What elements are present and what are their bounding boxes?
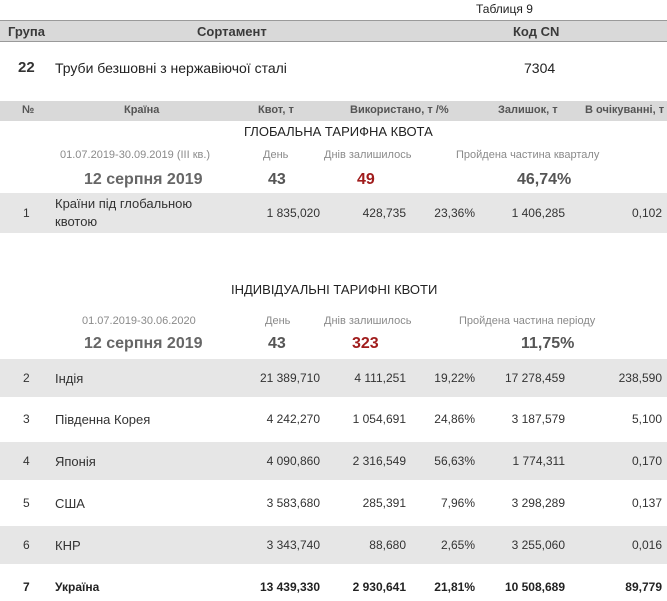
row-used: 88,680 <box>369 538 406 552</box>
header-bar <box>0 20 667 42</box>
row-remaining: 17 278,459 <box>504 371 565 385</box>
row-quota: 4 242,270 <box>266 412 320 426</box>
global-day: 43 <box>268 171 286 188</box>
global-days-left: 49 <box>357 171 375 188</box>
row-remaining: 1 774,311 <box>512 454 566 468</box>
row-expected: 5,100 <box>631 412 662 426</box>
row-quota: 3 583,680 <box>266 496 320 510</box>
row-used: 2 316,549 <box>352 454 406 468</box>
row-num: 3 <box>23 412 30 426</box>
row-country: Японія <box>55 454 96 469</box>
individual-day-label: День <box>265 315 291 327</box>
row-expected: 89,779 <box>625 580 662 594</box>
row-expected: 0,170 <box>631 454 662 468</box>
header-assortment: Сортамент <box>197 24 267 39</box>
row-quota: 4 090,860 <box>266 454 320 468</box>
global-date: 12 серпня 2019 <box>84 171 203 188</box>
row-country: Країни під глобальною <box>55 196 193 211</box>
row-country: Південна Корея <box>55 412 151 427</box>
global-period: 01.07.2019-30.09.2019 (ІІІ кв.) <box>60 149 211 161</box>
row-expected: 0,137 <box>631 496 662 510</box>
product-code: 7304 <box>524 60 556 76</box>
individual-days-left-label: Днів залишилось <box>324 315 412 327</box>
row-country: Україна <box>55 580 100 594</box>
individual-progress: 11,75% <box>521 335 575 352</box>
row-num: 6 <box>23 538 30 552</box>
row-num: 7 <box>23 580 30 594</box>
row-used: 428,735 <box>362 206 406 220</box>
product-name: Труби безшовні з нержавіючої сталі <box>55 60 287 76</box>
row-country: КНР <box>55 538 81 553</box>
row-country: Індія <box>55 371 84 386</box>
global-progress-label: Пройдена частина кварталу <box>456 149 600 161</box>
row-country-line2: квотою <box>55 214 98 229</box>
header-group: Група <box>8 24 45 39</box>
row-quota: 21 389,710 <box>259 371 320 385</box>
row-used: 2 930,641 <box>352 580 406 594</box>
individual-quota-title: ІНДИВІДУАЛЬНІ ТАРИФНІ КВОТИ <box>231 282 438 297</box>
global-days-left-label: Днів залишилось <box>324 149 412 161</box>
global-quota-title: ГЛОБАЛЬНА ТАРИФНА КВОТА <box>244 124 433 139</box>
global-day-label: День <box>263 149 289 161</box>
row-remaining: 3 187,579 <box>511 412 565 426</box>
table-number: Таблиця 9 <box>476 2 533 16</box>
col-used: Використано, т /% <box>350 104 449 116</box>
row-num: 4 <box>23 454 30 468</box>
col-quota: Квот, т <box>258 104 294 116</box>
row-used: 1 054,691 <box>352 412 406 426</box>
product-group: 22 <box>18 59 35 76</box>
header-code: Код CN <box>513 24 560 39</box>
row-quota: 1 835,020 <box>266 206 320 220</box>
row-remaining: 10 508,689 <box>504 580 565 594</box>
column-header-bar <box>0 101 667 121</box>
col-remaining: Залишок, т <box>498 104 558 116</box>
col-expected: В очікуванні, т <box>585 104 665 116</box>
individual-progress-label: Пройдена частина періоду <box>459 315 596 327</box>
col-num: № <box>22 104 35 116</box>
row-remaining: 3 255,060 <box>511 538 565 552</box>
individual-days-left: 323 <box>352 335 379 352</box>
individual-period: 01.07.2019-30.06.2020 <box>82 315 196 327</box>
individual-date: 12 серпня 2019 <box>84 335 203 352</box>
row-quota: 13 439,330 <box>259 580 320 594</box>
row-remaining: 3 298,289 <box>511 496 565 510</box>
row-num: 1 <box>23 206 30 220</box>
row-used: 4 111,251 <box>354 371 406 385</box>
row-num: 2 <box>23 371 30 385</box>
row-remaining: 1 406,285 <box>511 206 565 220</box>
row-expected: 0,016 <box>631 538 662 552</box>
row-country: США <box>55 496 85 511</box>
row-expected: 238,590 <box>618 371 662 385</box>
col-country: Країна <box>124 104 160 116</box>
global-progress: 46,74% <box>517 171 572 188</box>
row-used: 285,391 <box>362 496 406 510</box>
row-expected: 0,102 <box>631 206 662 220</box>
row-num: 5 <box>23 496 30 510</box>
individual-day: 43 <box>268 335 286 352</box>
row-quota: 3 343,740 <box>266 538 320 552</box>
